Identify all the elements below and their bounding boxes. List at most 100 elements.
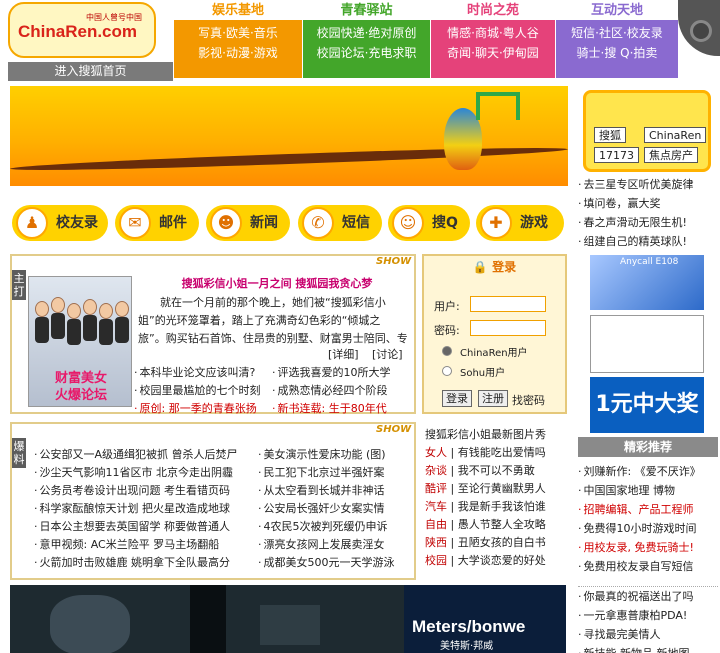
- bottom-link[interactable]: 你最真的祝福送出了吗: [578, 587, 718, 606]
- right-link[interactable]: 填问卷，赢大奖: [578, 194, 718, 213]
- feature-link[interactable]: 校园里最尴尬的七个时刻: [134, 382, 274, 400]
- sohu-user-radio[interactable]: [442, 366, 452, 376]
- nav-title[interactable]: 青春驿站: [303, 0, 430, 22]
- news-icon: ☻: [210, 207, 242, 239]
- alumni-button[interactable]: ♟ 校友录: [12, 205, 108, 241]
- feature-discuss-link[interactable]: [讨论]: [372, 346, 403, 364]
- anycall-ad[interactable]: Anycall E108: [590, 255, 704, 310]
- branch-graphic: [10, 144, 568, 174]
- pick-link[interactable]: 免费用校友录自写短信: [578, 557, 718, 576]
- username-input[interactable]: [470, 296, 546, 312]
- burst-link[interactable]: 公务员考卷设计出现问题 考生看错页码: [34, 482, 256, 500]
- photo-caption: 财富美女 火爆论坛: [54, 371, 107, 403]
- burst-link[interactable]: 日本公主想要去英国留学 称要做普通人: [34, 518, 256, 536]
- button-label: 搜Q: [432, 215, 458, 231]
- feature-link[interactable]: 本科毕业论文应该叫清?: [134, 364, 274, 382]
- burst-link[interactable]: 公安部又一A级通缉犯被抓 曾杀人后焚尸: [34, 446, 256, 464]
- right-link[interactable]: 春之声滑动无限生机!: [578, 213, 718, 232]
- mms-item[interactable]: 自由 | 愚人节整人全攻略: [425, 516, 567, 534]
- pick-link[interactable]: 中国国家地理 博物: [578, 481, 718, 500]
- bottom-link[interactable]: 一元拿惠普康柏PDA!: [578, 606, 718, 625]
- nav-title[interactable]: 时尚之苑: [431, 0, 555, 22]
- pick-link[interactable]: 刘赚新作: 《爱不厌诈》: [578, 462, 718, 481]
- mms-item[interactable]: 陕西 | 丑陋女孩的自白书: [425, 534, 567, 552]
- burst-link[interactable]: 从太空看到长城并非神话: [258, 482, 414, 500]
- chinaren-user-radio[interactable]: [442, 346, 452, 356]
- feature-headline[interactable]: 搜狐彩信小姐一月之间 搜狐园我贪心梦: [140, 275, 414, 291]
- games-button[interactable]: ✚ 游戏: [476, 205, 564, 241]
- pick-link[interactable]: 招聘编辑、产品工程师: [578, 500, 718, 519]
- forgot-password-link[interactable]: 找密码: [512, 392, 545, 408]
- feature-links-right: 评选我喜爱的10所大学 成熟恋情必经四个阶段 新书连载: 生于80年代: [272, 364, 414, 418]
- nav-links[interactable]: 骑士·搜 Q·拍卖: [556, 44, 678, 62]
- burst-link[interactable]: 美女演示性爱床功能 (图): [258, 446, 414, 464]
- nav-links[interactable]: 校园论坛·充电求职: [303, 44, 430, 62]
- feature-link[interactable]: 新书连载: 生于80年代: [272, 400, 414, 418]
- pick-link[interactable]: 免费得10小时游戏时间: [578, 519, 718, 538]
- promo-button-17173[interactable]: 17173: [594, 147, 639, 163]
- bottom-link[interactable]: 新技能 新物品 新地图: [578, 644, 718, 653]
- nav-links[interactable]: 影视·动漫·游戏: [174, 44, 302, 62]
- burst-link[interactable]: 4农民5次被判死缓仍申诉: [258, 518, 414, 536]
- mms-item[interactable]: 女人 | 有钱能吃出爱情吗: [425, 444, 567, 462]
- mail-button[interactable]: ✉ 邮件: [115, 205, 199, 241]
- movie-ad[interactable]: [10, 585, 404, 653]
- mms-item[interactable]: 汽车 | 我是新手我该怕谁: [425, 498, 567, 516]
- banner-image[interactable]: [10, 86, 568, 186]
- burst-link[interactable]: 火箭加时击败雄鹿 姚明拿下全队最高分: [34, 554, 256, 572]
- register-button[interactable]: 注册: [478, 390, 508, 407]
- home-link[interactable]: 进入搜狐首页: [8, 62, 173, 81]
- mms-item[interactable]: 校园 | 大学谈恋爱的好处: [425, 552, 567, 570]
- button-label: 校友录: [56, 215, 98, 231]
- page: ChinaRen.com 中国人曾号中国 进入搜狐首页 娱乐基地 写真·欧美·音…: [0, 0, 720, 653]
- feature-detail-link[interactable]: [详细]: [328, 346, 359, 364]
- souq-button[interactable]: ☺ 搜Q: [388, 205, 470, 241]
- burst-show-label: SHOW: [376, 424, 412, 435]
- burst-link[interactable]: 沙尘天气影响11省区市 北京今走出阴霾: [34, 464, 256, 482]
- nav-links[interactable]: 情感·商城·粤人谷: [431, 24, 555, 42]
- music-note-icon: [476, 92, 520, 120]
- mms-title[interactable]: 搜狐彩信小姐最新图片秀: [425, 426, 565, 444]
- burst-link[interactable]: 意甲视频: AC米兰险平 罗马主场翻船: [34, 536, 256, 554]
- nav-links[interactable]: 奇闻·聊天·伊甸园: [431, 44, 555, 62]
- right-links-top: 去三星专区听优美旋律 填问卷，赢大奖 春之声滑动无限生机! 组建自己的精英球队!: [578, 175, 718, 251]
- burst-link[interactable]: 民工犯下北京过半强奸案: [258, 464, 414, 482]
- nav-links[interactable]: 校园快递·绝对原创: [303, 24, 430, 42]
- right-link[interactable]: 组建自己的精英球队!: [578, 232, 718, 251]
- mms-item[interactable]: 酷评 | 至论行黄幽默男人: [425, 480, 567, 498]
- password-input[interactable]: [470, 320, 546, 336]
- chinaren-user-label: ChinaRen用户: [460, 348, 528, 359]
- burst-link[interactable]: 科学家酝酿惊天计划 把火星改造成地球: [34, 500, 256, 518]
- password-label: 密码:: [434, 324, 460, 337]
- news-button[interactable]: ☻ 新闻: [206, 205, 290, 241]
- burst-link[interactable]: 成都美女500元一天学游泳: [258, 554, 414, 572]
- phone-icon: ✆: [302, 207, 334, 239]
- burst-link[interactable]: 公安局长强奸少女案实情: [258, 500, 414, 518]
- feature-link[interactable]: 评选我喜爱的10所大学: [272, 364, 414, 382]
- bottom-link[interactable]: 寻找最完美情人: [578, 625, 718, 644]
- promo-button-house[interactable]: 焦点房产: [644, 147, 698, 163]
- nav-column-youth: 青春驿站 校园快递·绝对原创 校园论坛·充电求职: [303, 0, 430, 78]
- chinaren-logo[interactable]: ChinaRen.com 中国人曾号中国: [8, 2, 156, 58]
- broken-image-ad[interactable]: [590, 315, 704, 373]
- feature-link[interactable]: 原创: 那一季的青春张扬: [134, 400, 274, 418]
- promo-button-sohu[interactable]: 搜狐: [594, 127, 626, 143]
- login-panel: 🔒 登录 用户: 密码: ChinaRen用户 Sohu用户 登录 注册 找密码: [422, 254, 567, 414]
- nav-links[interactable]: 写真·欧美·音乐: [174, 24, 302, 42]
- burst-link[interactable]: 漂亮女孩网上发展卖淫女: [258, 536, 414, 554]
- sms-button[interactable]: ✆ 短信: [298, 205, 382, 241]
- login-button[interactable]: 登录: [442, 390, 472, 407]
- burst-list-left: 公安部又一A级通缉犯被抓 曾杀人后焚尸 沙尘天气影响11省区市 北京今走出阴霾 …: [34, 446, 256, 572]
- feature-link[interactable]: 成熟恋情必经四个阶段: [272, 382, 414, 400]
- pick-link[interactable]: 用校友录, 免费玩骑士!: [578, 538, 718, 557]
- lottery-ad[interactable]: 1元中大奖: [590, 377, 704, 433]
- button-label: 短信: [342, 215, 370, 231]
- right-link[interactable]: 去三星专区听优美旋律: [578, 175, 718, 194]
- mms-item[interactable]: 杂谈 | 我不可以不勇敢: [425, 462, 567, 480]
- feature-photo[interactable]: 财富美女 火爆论坛: [28, 276, 132, 407]
- promo-button-chinaren[interactable]: ChinaRen: [644, 127, 707, 143]
- nav-title[interactable]: 娱乐基地: [174, 0, 302, 22]
- metersbonwe-ad[interactable]: Meters/bonwe 美特斯·邦威: [404, 585, 566, 653]
- nav-title[interactable]: 互动天地: [556, 0, 678, 22]
- nav-links[interactable]: 短信·社区·校友录: [556, 24, 678, 42]
